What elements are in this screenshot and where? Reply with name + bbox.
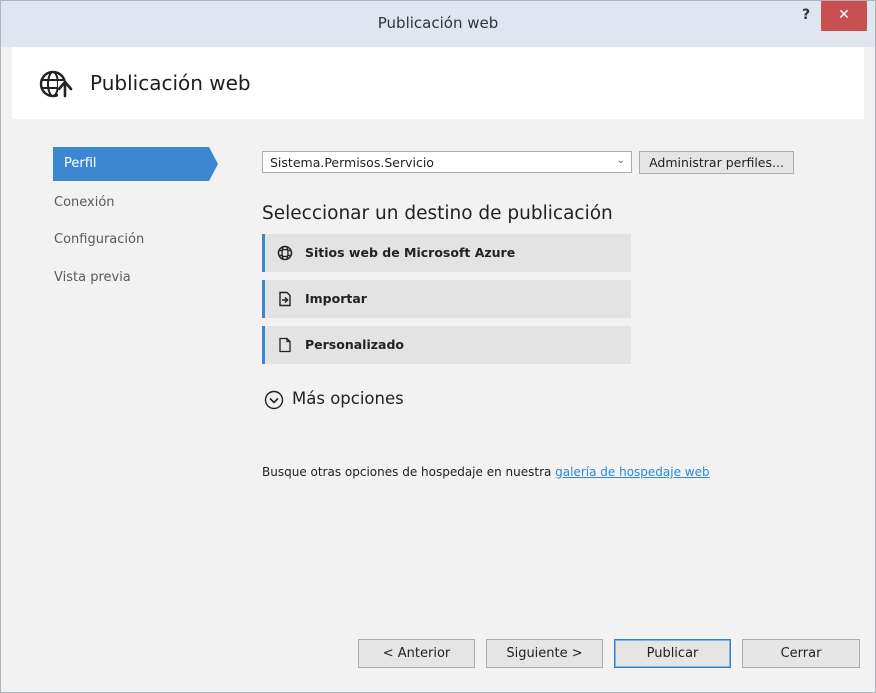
target-label: Personalizado: [305, 337, 404, 352]
active-indicator-arrow: [209, 147, 218, 181]
profile-select[interactable]: Sistema.Permisos.Servicio ⌄: [262, 151, 632, 173]
target-label: Importar: [305, 291, 367, 306]
close-button[interactable]: Cerrar: [742, 639, 860, 668]
publish-dialog: Publicación web ? ✕ Publicación web Perf…: [0, 0, 876, 693]
manage-profiles-button[interactable]: Administrar perfiles...: [639, 151, 794, 174]
page-title: Publicación web: [90, 71, 251, 95]
page-header: Publicación web: [12, 47, 864, 119]
target-custom[interactable]: Personalizado: [262, 326, 631, 364]
next-button[interactable]: Siguiente >: [486, 639, 603, 668]
sidebar-item-perfil[interactable]: Perfil: [53, 147, 209, 181]
target-import[interactable]: Importar: [262, 280, 631, 318]
section-title: Seleccionar un destino de publicación: [262, 203, 613, 224]
target-azure[interactable]: Sitios web de Microsoft Azure: [262, 234, 631, 272]
more-options-label: Más opciones: [292, 389, 404, 408]
target-label: Sitios web de Microsoft Azure: [305, 245, 516, 260]
hosting-gallery-link[interactable]: galería de hospedaje web: [555, 465, 709, 479]
import-icon: [279, 291, 291, 307]
sidebar-item-label: Perfil: [64, 156, 97, 171]
dialog-content: Perfil Conexión Configuración Vista prev…: [12, 119, 864, 684]
globe-publish-icon: [39, 70, 73, 98]
chevron-down-icon: ⌄: [616, 155, 625, 166]
hosting-info: Busque otras opciones de hospedaje en nu…: [262, 465, 710, 479]
chevron-circle-down-icon: [264, 390, 284, 410]
back-button[interactable]: < Anterior: [358, 639, 475, 668]
window-title: Publicación web: [377, 14, 499, 32]
help-button[interactable]: ?: [795, 4, 817, 26]
azure-icon: [277, 245, 293, 261]
document-icon: [279, 337, 291, 353]
publish-button[interactable]: Publicar: [614, 639, 731, 668]
sidebar-item-configuracion[interactable]: Configuración: [54, 232, 144, 247]
profile-select-value: Sistema.Permisos.Servicio: [270, 155, 434, 170]
hosting-info-text: Busque otras opciones de hospedaje en nu…: [262, 465, 556, 479]
close-window-button[interactable]: ✕: [821, 1, 867, 31]
sidebar-item-vista-previa[interactable]: Vista previa: [54, 270, 131, 285]
sidebar-item-conexion[interactable]: Conexión: [54, 195, 115, 210]
title-bar: Publicación web ? ✕: [1, 1, 875, 47]
